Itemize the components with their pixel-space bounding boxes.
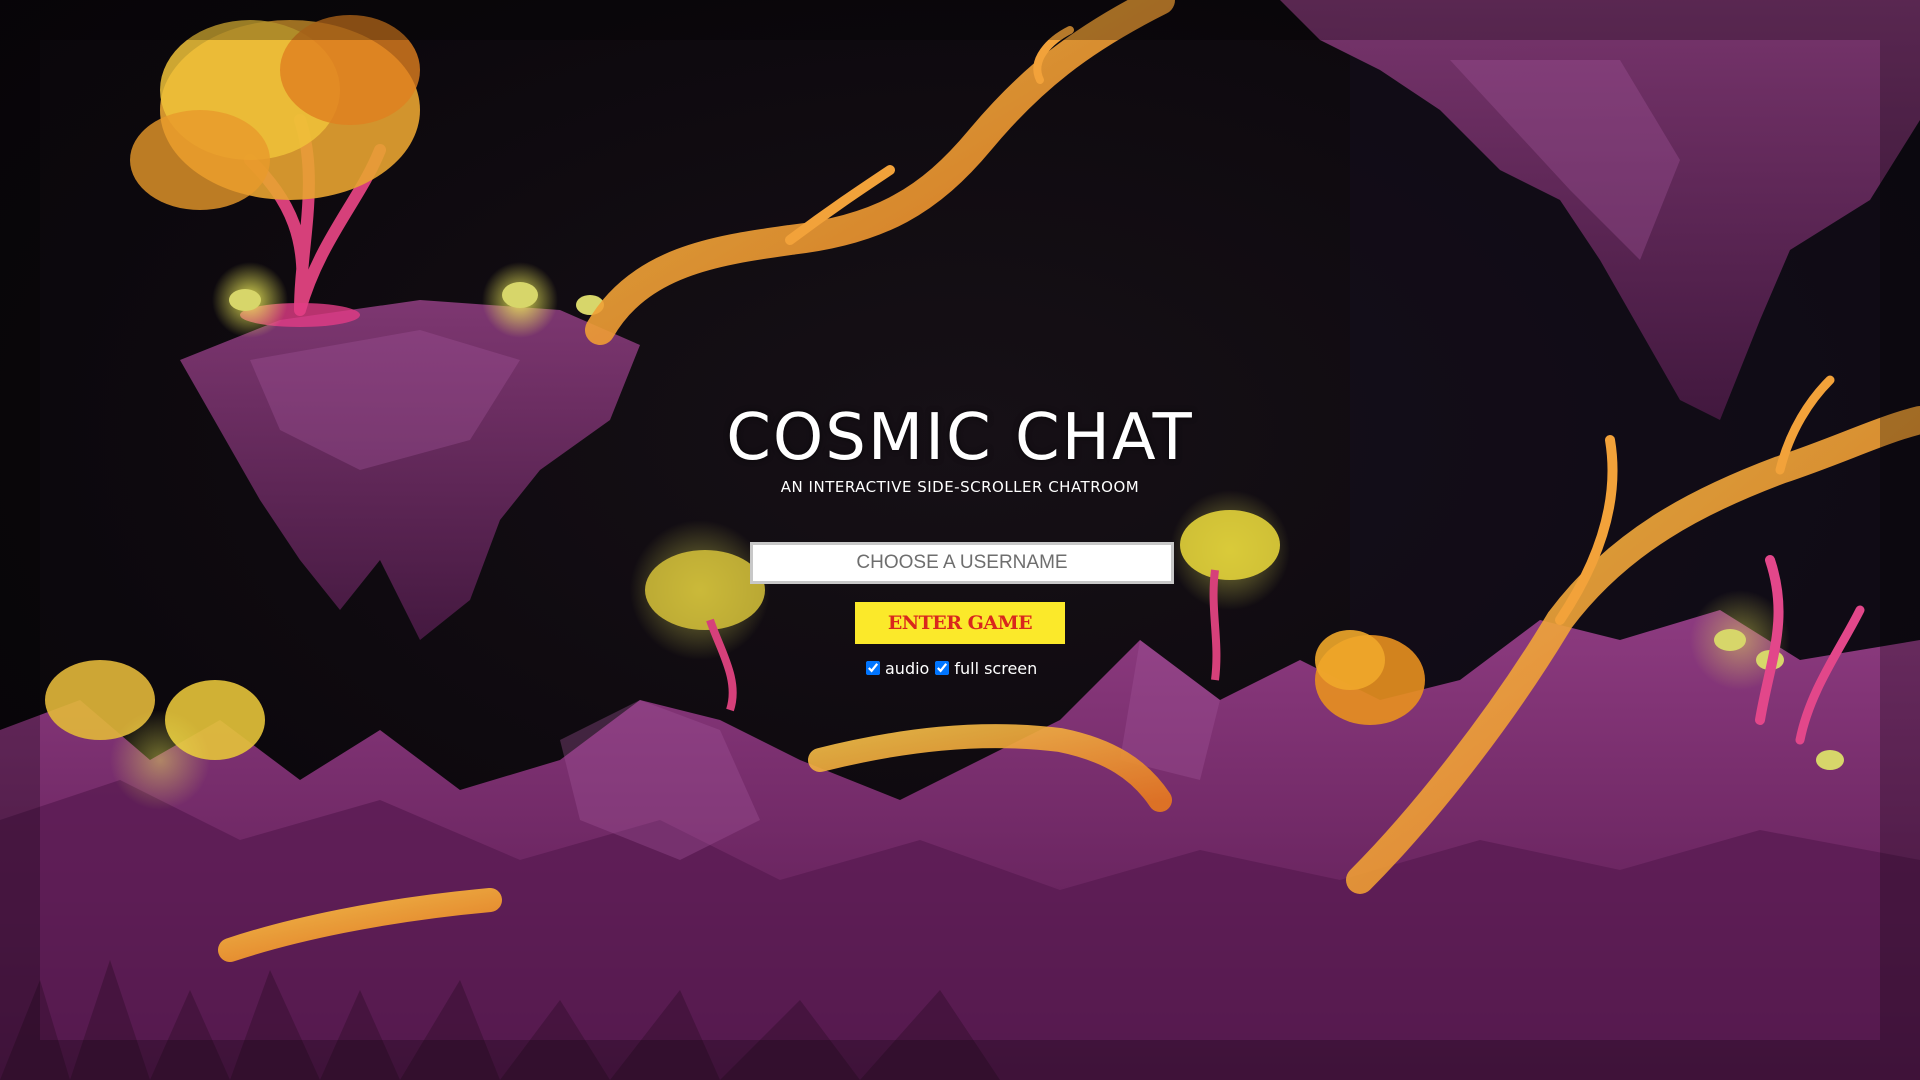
audio-checkbox[interactable] <box>866 661 880 675</box>
fullscreen-label: full screen <box>954 658 1038 678</box>
audio-label: audio <box>885 658 930 678</box>
game-options: audio full screen <box>866 656 1043 680</box>
audio-option[interactable]: audio <box>866 659 929 678</box>
game-title: COSMIC CHAT <box>726 401 1194 475</box>
fullscreen-option[interactable]: full screen <box>935 659 1037 678</box>
username-input[interactable] <box>750 542 1174 584</box>
enter-game-button[interactable]: ENTER GAME <box>855 602 1065 644</box>
fullscreen-checkbox[interactable] <box>935 661 950 675</box>
login-panel: COSMIC CHAT AN INTERACTIVE SIDE-SCROLLER… <box>0 0 1920 1080</box>
game-subtitle: AN INTERACTIVE SIDE-SCROLLER CHATROOM <box>780 478 1140 496</box>
